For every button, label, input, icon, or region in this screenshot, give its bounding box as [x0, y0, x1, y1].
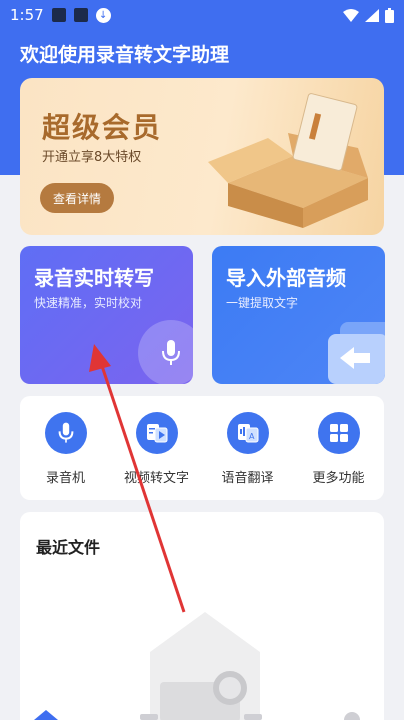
status-indicators: [343, 7, 394, 23]
import-icon: [328, 322, 385, 384]
realtime-transcribe-title: 录音实时转写: [34, 266, 154, 290]
tools-panel: 录音机 视频转文字 A 语音翻译 更多功能: [20, 396, 384, 500]
recent-files-panel: 最近文件: [20, 512, 384, 720]
grid-icon: [317, 412, 360, 454]
tool-recorder[interactable]: 录音机: [21, 412, 111, 500]
tool-label: 更多功能: [312, 471, 365, 486]
video-to-text-icon: [135, 412, 178, 454]
bottom-nav-bar: [34, 710, 360, 720]
empty-state-illustration: [150, 612, 260, 720]
import-audio-card[interactable]: 导入外部音频 一键提取文字: [212, 246, 385, 384]
vip-title: 超级会员: [42, 111, 163, 144]
status-bar: 1:57 ↓: [0, 0, 404, 30]
realtime-transcribe-card[interactable]: 录音实时转写 快速精准，实时校对: [20, 246, 193, 384]
app-title: 欢迎使用录音转文字助理: [20, 44, 230, 66]
wifi-icon: [343, 8, 359, 22]
microphone-icon: [138, 320, 193, 384]
tool-more-features[interactable]: 更多功能: [294, 412, 384, 500]
recent-files-title: 最近文件: [36, 538, 101, 557]
import-audio-title: 导入外部音频: [226, 266, 346, 290]
notification-icon: [73, 8, 88, 22]
status-time: 1:57: [10, 6, 44, 24]
vip-subtitle: 开通立享8大特权: [42, 150, 142, 165]
view-details-button[interactable]: 查看详情: [40, 183, 114, 213]
battery-icon: [385, 7, 394, 23]
tool-label: 语音翻译: [221, 471, 274, 486]
svg-text:A: A: [249, 432, 255, 441]
tool-voice-translate[interactable]: A 语音翻译: [203, 412, 293, 500]
signal-icon: [365, 8, 379, 22]
gift-box-illustration: [208, 93, 368, 228]
import-audio-subtitle: 一键提取文字: [226, 296, 299, 310]
notification-icon: [51, 8, 66, 22]
tool-label: 录音机: [45, 471, 85, 486]
tool-label: 视频转文字: [123, 471, 189, 486]
voice-translate-icon: A: [226, 412, 269, 454]
tool-video-to-text[interactable]: 视频转文字: [112, 412, 202, 500]
microphone-icon: [44, 412, 87, 454]
realtime-transcribe-subtitle: 快速精准，实时校对: [34, 296, 143, 310]
vip-banner[interactable]: 超级会员 开通立享8大特权 查看详情: [20, 78, 384, 235]
download-icon: ↓: [95, 7, 111, 23]
